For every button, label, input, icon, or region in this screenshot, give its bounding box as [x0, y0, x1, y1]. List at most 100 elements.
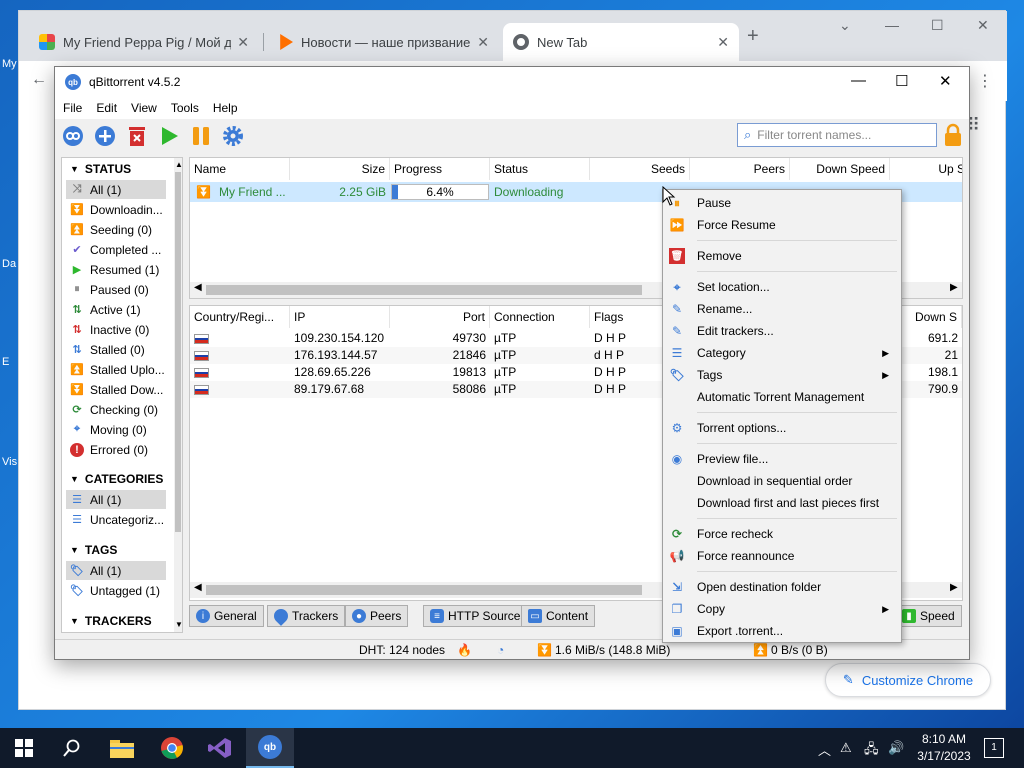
options-button[interactable]: [221, 124, 245, 148]
back-arrow-icon[interactable]: ←: [31, 71, 47, 89]
sidebar-item[interactable]: ✔ Completed ...: [66, 240, 166, 259]
sidebar-item[interactable]: ⏬ Stalled Dow...: [66, 380, 166, 399]
context-menu-item[interactable]: ✎ Rename...: [663, 298, 901, 320]
context-menu-item[interactable]: 🏷 Tags ▶: [663, 364, 901, 386]
sidebar-item[interactable]: ☰ Uncategoriz...: [66, 510, 166, 529]
maximize-icon[interactable]: ☐: [895, 72, 908, 90]
tab-trackers[interactable]: Trackers: [267, 605, 346, 627]
chrome-menu-icon[interactable]: ⋮: [977, 71, 993, 91]
network-warning-icon[interactable]: ⚠: [840, 740, 852, 756]
remove-torrent-button[interactable]: [125, 124, 149, 148]
scroll-left-icon[interactable]: ◀: [194, 282, 202, 293]
column-header-peers[interactable]: Peers: [690, 158, 790, 180]
categories-section-header[interactable]: ▼ CATEGORIES: [70, 472, 163, 486]
sidebar-item[interactable]: ☰ All (1): [66, 490, 166, 509]
column-header-ip[interactable]: IP: [290, 306, 390, 328]
context-menu-item[interactable]: ✎ Edit trackers...: [663, 320, 901, 342]
scroll-down-icon[interactable]: ▼: [175, 620, 182, 629]
add-link-button[interactable]: [61, 124, 85, 148]
scroll-thumb[interactable]: [206, 585, 642, 595]
desktop-icon-label[interactable]: My: [2, 58, 17, 70]
column-header-down-speed[interactable]: Down Speed: [790, 158, 890, 180]
maximize-icon[interactable]: ☐: [931, 17, 944, 34]
context-menu-item[interactable]: ☰ Category ▶: [663, 342, 901, 364]
volume-icon[interactable]: 🔊: [888, 740, 904, 756]
scroll-right-icon[interactable]: ▶: [950, 282, 958, 293]
network-icon[interactable]: 🖧: [864, 740, 879, 762]
notification-center-button[interactable]: 1: [984, 738, 1004, 758]
scroll-up-icon[interactable]: ▲: [175, 160, 182, 169]
filter-input[interactable]: ⌕ Filter torrent names...: [737, 123, 937, 147]
speed-gauge-icon[interactable]: ◔: [497, 643, 504, 657]
context-menu-item[interactable]: ⟳ Force recheck: [663, 523, 901, 545]
context-menu-item[interactable]: 📢 Force reannounce: [663, 545, 901, 567]
context-menu-item[interactable]: Automatic Torrent Management: [663, 386, 901, 408]
search-button[interactable]: [48, 728, 96, 768]
sidebar-item[interactable]: 🏷 Untagged (1): [66, 581, 166, 600]
browser-tab[interactable]: Новости — наше призвание на ✕: [267, 23, 499, 61]
sidebar-item[interactable]: 🏷 All (1): [66, 561, 166, 580]
file-explorer-button[interactable]: [98, 728, 146, 768]
sidebar-scroll-thumb[interactable]: [175, 172, 181, 532]
column-header-size[interactable]: Size: [290, 158, 390, 180]
desktop-icon-label[interactable]: Da: [2, 258, 16, 270]
context-menu-item[interactable]: 🗑 Remove: [663, 245, 901, 267]
desktop-icon-label[interactable]: E: [2, 356, 9, 368]
tab-content[interactable]: ▭ Content: [521, 605, 596, 627]
minimize-icon[interactable]: —: [885, 17, 899, 33]
context-menu-item[interactable]: ⏩ Force Resume: [663, 214, 901, 236]
tray-chevron-icon[interactable]: ︿: [818, 740, 831, 759]
close-icon[interactable]: ✕: [939, 72, 952, 90]
context-menu-item[interactable]: ❐ Copy ▶: [663, 598, 901, 620]
browser-tab[interactable]: My Friend Peppa Pig / Мой дру ✕: [29, 23, 259, 61]
new-tab-plus-icon[interactable]: +: [747, 25, 759, 48]
close-tab-icon[interactable]: ✕: [237, 34, 249, 51]
column-header-name[interactable]: Name: [190, 158, 290, 180]
resume-button[interactable]: [157, 124, 181, 148]
trackers-section-header[interactable]: ▼ TRACKERS: [70, 614, 152, 628]
context-menu-item[interactable]: ⌖ Set location...: [663, 276, 901, 298]
tab-peers[interactable]: ● Peers: [345, 605, 409, 627]
tab-general[interactable]: i General: [189, 605, 264, 627]
sidebar-item[interactable]: ⏫ Stalled Uplo...: [66, 360, 166, 379]
menu-help[interactable]: Help: [213, 101, 238, 115]
firewall-flame-icon[interactable]: 🔥: [457, 643, 472, 657]
start-button[interactable]: [0, 728, 48, 768]
sidebar-item[interactable]: ⇅ Inactive (0): [66, 320, 166, 339]
menu-edit[interactable]: Edit: [96, 101, 117, 115]
customize-chrome-button[interactable]: ✎ Customize Chrome: [825, 663, 991, 697]
scroll-left-icon[interactable]: ◀: [194, 582, 202, 593]
minimize-icon[interactable]: —: [851, 72, 866, 89]
sidebar-item[interactable]: ⇅ Active (1): [66, 300, 166, 319]
clock[interactable]: 8:10 AM 3/17/2023: [912, 731, 976, 765]
pause-button[interactable]: [189, 124, 213, 148]
context-menu-item[interactable]: ▣ Export .torrent...: [663, 620, 901, 642]
sidebar-item[interactable]: ⇅ Stalled (0): [66, 340, 166, 359]
download-speed[interactable]: 1.6 MiB/s (148.8 MiB): [555, 643, 670, 657]
tab-http-sources[interactable]: ≡ HTTP Sources: [423, 605, 534, 627]
tab-search-chevron-icon[interactable]: ⌄: [839, 17, 851, 34]
tab-speed[interactable]: ▮ Speed: [895, 605, 962, 627]
column-header-progress[interactable]: Progress: [390, 158, 490, 180]
close-icon[interactable]: ✕: [977, 17, 989, 34]
upload-speed[interactable]: 0 B/s (0 B): [771, 643, 828, 657]
column-header-connection[interactable]: Connection: [490, 306, 590, 328]
sidebar-item[interactable]: ▶ Resumed (1): [66, 260, 166, 279]
sidebar-item[interactable]: ⟳ Checking (0): [66, 400, 166, 419]
sidebar-item[interactable]: ⤨ All (1): [66, 180, 166, 199]
column-header-port[interactable]: Port: [390, 306, 490, 328]
qbittorrent-taskbar-button[interactable]: qb: [246, 728, 294, 768]
context-menu-item[interactable]: ⚙ Torrent options...: [663, 417, 901, 439]
column-header-seeds[interactable]: Seeds: [590, 158, 690, 180]
column-header-flags[interactable]: Flags: [590, 306, 670, 328]
sidebar-item[interactable]: ! Errored (0): [66, 440, 166, 459]
context-menu-item[interactable]: Download first and last pieces first: [663, 492, 901, 514]
context-menu-item[interactable]: ◉ Preview file...: [663, 448, 901, 470]
lock-icon[interactable]: [943, 123, 963, 147]
close-tab-icon[interactable]: ✕: [717, 34, 729, 51]
visual-studio-button[interactable]: [196, 728, 244, 768]
sidebar-item[interactable]: ⏬ Downloadin...: [66, 200, 166, 219]
torrent-name-cell[interactable]: ⏬ My Friend ...: [192, 182, 290, 202]
chrome-taskbar-button[interactable]: [148, 728, 196, 768]
column-header-up-speed[interactable]: Up S: [890, 158, 962, 180]
